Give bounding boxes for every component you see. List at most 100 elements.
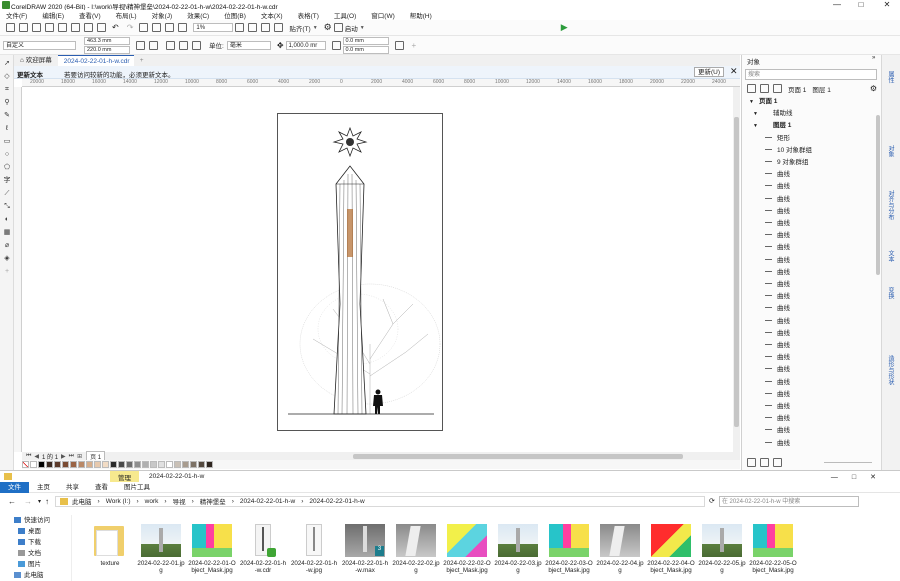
object-tree-item[interactable]: 曲线 — [745, 328, 877, 340]
polygon-tool-icon[interactable]: ⬠ — [3, 164, 11, 172]
menu-text[interactable]: 文本(X) — [261, 10, 283, 20]
file-item[interactable]: 2024-02-22-03-Object_Mask.jpg — [545, 524, 593, 574]
connector-tool-icon[interactable]: ⤡ — [3, 203, 11, 211]
color-swatch[interactable] — [94, 461, 101, 468]
notice-close-icon[interactable]: ✕ — [730, 66, 738, 77]
color-swatch[interactable] — [118, 461, 125, 468]
object-tree-item[interactable]: 曲线 — [745, 364, 877, 376]
next-page-icon[interactable]: ▶ — [61, 453, 66, 460]
file-item[interactable]: 2024-02-22-01-h-w.cdr — [239, 524, 287, 574]
object-tree-item[interactable]: 曲线 — [745, 194, 877, 206]
units-select[interactable]: 毫米 — [226, 40, 271, 50]
show-grid-icon[interactable] — [261, 23, 271, 32]
file-item[interactable]: 3 2024-02-22-01-h-w.max — [341, 524, 389, 574]
side-tab-properties[interactable]: 属性 — [886, 71, 895, 83]
drop-shadow-tool-icon[interactable]: ◐ — [3, 216, 11, 224]
color-swatch[interactable] — [102, 461, 109, 468]
file-item[interactable]: 2024-02-22-03.jpg — [494, 524, 542, 574]
document-page[interactable] — [277, 113, 443, 431]
show-rulers-icon[interactable] — [248, 23, 258, 32]
print-icon[interactable] — [58, 23, 67, 32]
object-tree-item[interactable]: 曲线 — [745, 413, 877, 425]
app-launcher-icon[interactable] — [333, 23, 343, 32]
transparency-tool-icon[interactable]: ▦ — [3, 229, 11, 237]
thumbnail-size-slider[interactable] — [824, 462, 872, 463]
object-tree-item[interactable]: 曲线 — [745, 255, 877, 267]
interactive-fill-tool-icon[interactable]: ◈ — [3, 255, 11, 263]
portrait-icon[interactable] — [136, 40, 145, 50]
crop-tool-icon[interactable]: ⌗ — [3, 86, 11, 94]
object-tree-item[interactable]: 曲线 — [745, 206, 877, 218]
artistic-media-tool-icon[interactable]: ℓ — [3, 125, 11, 133]
color-swatch[interactable] — [206, 461, 213, 468]
object-tree-item[interactable]: 矩形 — [745, 133, 877, 145]
color-swatch[interactable] — [30, 461, 37, 468]
search-content-icon[interactable] — [139, 23, 149, 32]
play-icon[interactable]: ▶ — [561, 22, 568, 33]
color-swatch[interactable] — [70, 461, 77, 468]
nudge-distance-field[interactable]: 1,000.0 mr — [285, 40, 326, 50]
page-width-field[interactable]: 463.3 mm — [84, 36, 130, 45]
color-swatch[interactable] — [78, 461, 85, 468]
color-swatch[interactable] — [110, 461, 117, 468]
text-tool-icon[interactable]: 字 — [3, 177, 11, 185]
color-swatch[interactable] — [62, 461, 69, 468]
docker-settings-gear-icon[interactable]: ⚙ — [870, 84, 877, 93]
docker-collapse-icon[interactable]: » — [872, 55, 875, 61]
object-tree-item[interactable]: ▼ 页面 1 — [745, 96, 877, 108]
color-swatch[interactable] — [190, 461, 197, 468]
import-icon[interactable] — [152, 23, 162, 32]
object-tree-item[interactable]: 曲线 — [745, 291, 877, 303]
file-item[interactable]: 2024-02-22-01-Object_Mask.jpg — [188, 524, 236, 574]
object-tree-item[interactable]: 曲线 — [745, 218, 877, 230]
color-swatch[interactable] — [46, 461, 53, 468]
file-item[interactable]: 2024-02-22-04-Object_Mask.jpg — [647, 524, 695, 574]
object-tree-item[interactable]: ▼ 图层 1 — [745, 120, 877, 132]
undo-icon[interactable]: ↶ — [112, 23, 119, 32]
color-swatch[interactable] — [86, 461, 93, 468]
new-document-icon[interactable] — [6, 23, 15, 32]
vertical-scrollbar[interactable] — [733, 87, 740, 452]
horizontal-scroll-thumb[interactable] — [353, 453, 684, 459]
color-swatch[interactable] — [38, 461, 45, 468]
copy-icon[interactable] — [84, 23, 93, 32]
horizontal-ruler[interactable]: 20000 18000 16000 14000 12000 10000 8000 6000 40… — [22, 79, 740, 87]
color-swatch[interactable] — [198, 461, 205, 468]
file-item[interactable]: 2024-02-22-05.jpg — [698, 524, 746, 574]
new-tab-button[interactable]: + — [134, 55, 150, 66]
object-tree-item[interactable]: 曲线 — [745, 316, 877, 328]
object-tree-item[interactable]: 曲线 — [745, 181, 877, 193]
menu-layout[interactable]: 布局(L) — [116, 10, 137, 20]
color-swatch[interactable] — [174, 461, 181, 468]
object-tree-item[interactable]: 10 对象群组 — [745, 145, 877, 157]
side-tab-text[interactable]: 文本 — [886, 250, 895, 262]
object-tree-item[interactable]: 曲线 — [745, 438, 877, 450]
paste-icon[interactable] — [97, 23, 106, 32]
file-item[interactable]: 2024-02-22-01.jpg — [137, 524, 185, 574]
file-item[interactable]: 2024-02-22-02.jpg — [392, 524, 440, 574]
rectangle-tool-icon[interactable]: ▭ — [3, 138, 11, 146]
options-gear-icon[interactable]: ⚙ — [324, 22, 332, 33]
add-tool-icon[interactable]: + — [3, 268, 11, 276]
docker-scroll-thumb[interactable] — [876, 115, 880, 275]
pick-tool-icon[interactable]: ➚ — [3, 60, 11, 68]
all-pages-icon[interactable] — [166, 40, 175, 50]
add-page-icon[interactable]: ⊞ — [77, 453, 82, 460]
object-tree-item[interactable]: 曲线 — [745, 389, 877, 401]
file-item[interactable]: 2024-02-22-05-Object_Mask.jpg — [749, 524, 797, 574]
new-master-layer-icon[interactable] — [760, 458, 769, 467]
side-tab-objects[interactable]: 对象 — [886, 145, 895, 157]
duplicate-y-field[interactable]: 0.0 mm — [342, 45, 389, 54]
file-item[interactable]: 2024-02-22-01-h-w.jpg — [290, 524, 338, 574]
side-tab-transform[interactable]: 变换 — [886, 287, 895, 299]
side-tab-align-distribute[interactable]: 对齐与分布 — [886, 190, 895, 220]
object-tree-item[interactable]: ▼ 辅助线 — [745, 108, 877, 120]
landscape-icon[interactable] — [149, 40, 158, 50]
object-tree-item[interactable]: 曲线 — [745, 169, 877, 181]
snap-to-dropdown[interactable]: 贴齐(T) — [289, 23, 310, 33]
shape-tool-icon[interactable]: ◇ — [3, 73, 11, 81]
docker-search-input[interactable]: 搜索 — [745, 69, 877, 80]
menu-tools[interactable]: 工具(O) — [334, 10, 356, 20]
no-color-swatch[interactable] — [22, 461, 29, 468]
color-swatch[interactable] — [142, 461, 149, 468]
